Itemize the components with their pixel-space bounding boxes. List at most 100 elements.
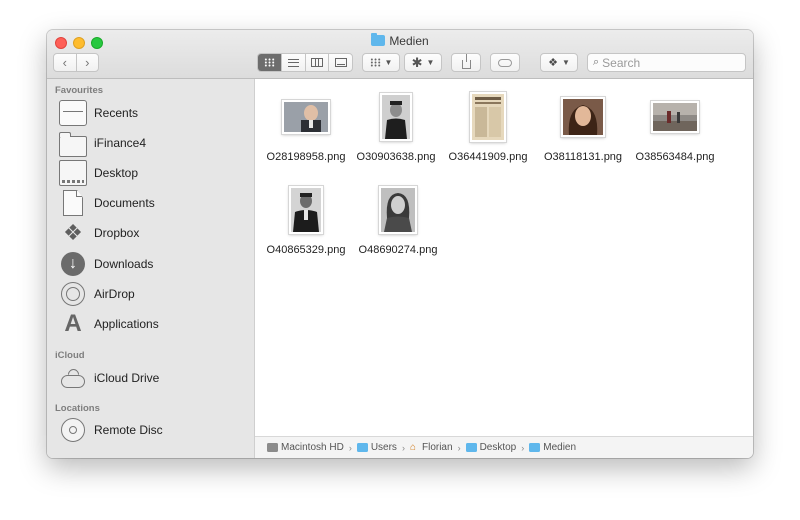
image-thumbnail [651, 101, 699, 133]
sidebar-item-icloud-drive[interactable]: iCloud Drive [59, 364, 249, 392]
title-bar[interactable]: Medien ‹ › ▼ ✱ ▼ ❖ ▼ ⌕ [47, 30, 753, 79]
file-item[interactable]: O38563484.png [628, 89, 722, 163]
tags-button[interactable] [490, 53, 520, 72]
grid-icon [369, 58, 381, 67]
crumb-label: Florian [421, 442, 453, 453]
sidebar-item-label: AirDrop [94, 287, 135, 301]
sidebar-item-label: Documents [94, 196, 155, 210]
window-title-label: Medien [389, 34, 429, 48]
share-icon [461, 53, 471, 69]
sidebar-item-remote-disc[interactable]: Remote Disc [59, 416, 249, 444]
file-item[interactable]: O48690274.png [351, 182, 445, 256]
sidebar-item-label: Dropbox [94, 226, 140, 240]
airdrop-icon [59, 281, 87, 307]
sidebar-item-label: Downloads [94, 257, 154, 271]
folder-icon [529, 443, 541, 452]
folder-icon [356, 443, 368, 452]
arrange-button[interactable]: ▼ [362, 53, 400, 72]
folder-icon [371, 33, 386, 46]
path-crumb-medien[interactable]: Medien [529, 442, 576, 453]
file-name: O38118131.png [543, 151, 623, 163]
path-crumb-desktop[interactable]: Desktop [465, 442, 517, 453]
crumb-label: Users [370, 442, 397, 453]
disc-icon [59, 417, 87, 443]
search-field[interactable]: ⌕ [587, 53, 746, 72]
section-title-icloud: iCloud [55, 350, 85, 361]
image-thumbnail [470, 92, 506, 142]
image-thumbnail [380, 93, 412, 141]
path-crumb-users[interactable]: Users [356, 442, 397, 453]
path-bar: Macintosh HD › Users › ⌂ Florian › Deskt… [255, 436, 753, 458]
crumb-label: Desktop [479, 442, 517, 453]
sidebar: Favourites Recents iFinance4 Desktop Doc… [47, 79, 255, 458]
sidebar-item-label: Remote Disc [94, 423, 163, 437]
gear-icon: ✱ [411, 54, 423, 70]
sidebar-item-dropbox[interactable]: ❖ Dropbox [59, 219, 249, 247]
gallery-view-button[interactable] [328, 54, 352, 71]
tag-icon [498, 58, 512, 67]
applications-icon: A [64, 310, 82, 337]
list-view-button[interactable] [280, 54, 305, 71]
file-name: O30903638.png [356, 151, 436, 163]
image-thumbnail [379, 186, 417, 234]
file-item[interactable]: O40865329.png [259, 182, 353, 256]
crumb-label: Medien [543, 442, 577, 453]
share-button[interactable] [451, 53, 481, 72]
path-separator: › [401, 442, 405, 453]
path-crumb-macintosh-hd[interactable]: Macintosh HD [267, 442, 344, 453]
sidebar-item-ifinance4[interactable]: iFinance4 [59, 129, 249, 157]
column-view-button[interactable] [304, 54, 329, 71]
image-thumbnail [289, 186, 323, 234]
downloads-icon: ↓ [59, 251, 87, 277]
back-forward-group: ‹ › [53, 53, 99, 72]
dropbox-icon: ❖ [548, 57, 558, 69]
section-title-favourites: Favourites [55, 85, 104, 96]
file-name: O36441909.png [448, 151, 528, 163]
file-item[interactable]: O36441909.png [441, 89, 535, 163]
section-title-locations: Locations [55, 403, 100, 414]
sidebar-item-label: iCloud Drive [94, 371, 160, 385]
path-crumb-florian[interactable]: ⌂ Florian [410, 442, 453, 453]
cloud-icon [59, 365, 87, 391]
path-separator: › [521, 442, 525, 453]
sidebar-item-label: Desktop [94, 166, 139, 180]
crumb-label: Macintosh HD [281, 442, 344, 453]
chevron-down-icon: ▼ [561, 58, 570, 67]
desktop-icon [59, 160, 87, 186]
sidebar-item-label: Recents [94, 106, 139, 120]
file-item[interactable]: O38118131.png [536, 89, 630, 163]
gallery-icon [334, 58, 347, 67]
image-thumbnail [282, 100, 330, 134]
folder-icon [465, 443, 477, 452]
path-separator: › [457, 442, 461, 453]
sidebar-item-airdrop[interactable]: AirDrop [59, 280, 249, 308]
file-name: O28198958.png [266, 151, 346, 163]
recents-icon [59, 100, 87, 126]
sidebar-item-downloads[interactable]: ↓ Downloads [59, 250, 249, 278]
sidebar-item-recents[interactable]: Recents [59, 99, 249, 127]
folder-icon [59, 131, 87, 157]
sidebar-item-applications[interactable]: A Applications [59, 310, 249, 338]
sidebar-item-label: Applications [94, 317, 159, 331]
sidebar-item-documents[interactable]: Documents [59, 189, 249, 217]
forward-button[interactable]: › [75, 54, 99, 71]
dropbox-button[interactable]: ❖ ▼ [540, 53, 578, 72]
file-name: O48690274.png [358, 244, 438, 256]
file-browser-area[interactable]: O28198958.png O30903638.png O36441909.pn… [255, 79, 753, 436]
file-item[interactable]: O30903638.png [349, 89, 443, 163]
columns-icon [310, 58, 323, 67]
file-name: O40865329.png [266, 244, 346, 256]
hard-drive-icon [267, 443, 278, 452]
back-button[interactable]: ‹ [54, 54, 76, 71]
chevron-down-icon: ▼ [384, 58, 393, 67]
file-name: O38563484.png [635, 151, 715, 163]
search-input[interactable] [602, 55, 733, 70]
sidebar-item-label: iFinance4 [94, 136, 147, 150]
action-button[interactable]: ✱ ▼ [404, 53, 442, 72]
home-icon: ⌂ [409, 442, 416, 453]
icon-view-button[interactable] [258, 54, 281, 71]
sidebar-item-desktop[interactable]: Desktop [59, 159, 249, 187]
documents-icon [63, 190, 83, 216]
finder-window: Medien ‹ › ▼ ✱ ▼ ❖ ▼ ⌕ Search Favourites… [47, 30, 753, 458]
file-item[interactable]: O28198958.png [259, 89, 353, 163]
